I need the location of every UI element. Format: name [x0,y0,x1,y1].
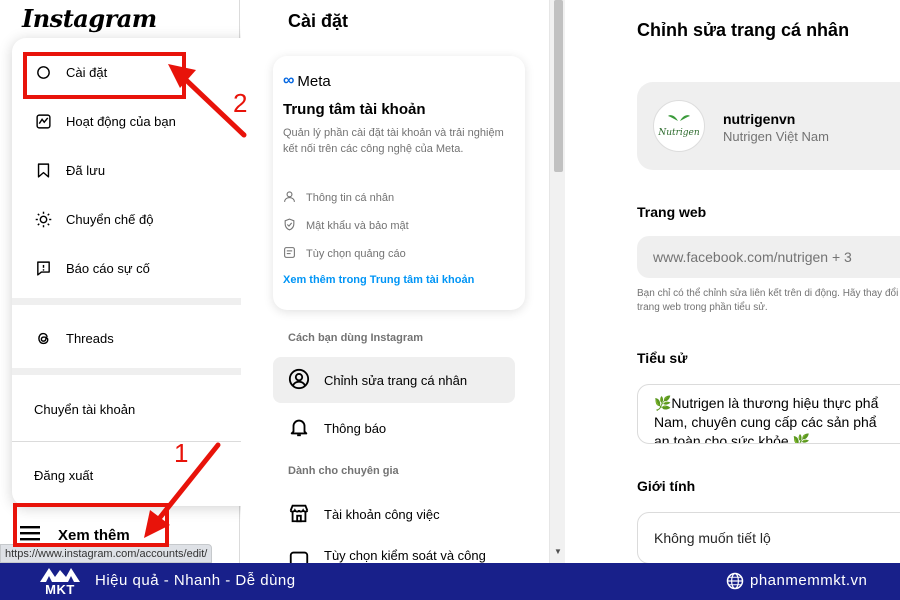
menu-item-label: Đăng xuất [34,467,94,483]
menu-item-switch-account[interactable]: Chuyển tài khoản [12,389,272,429]
scrollbar-thumb[interactable] [554,0,563,172]
avatar[interactable]: Nutrigen [653,100,705,152]
footer-website[interactable]: phanmemmkt.vn [750,572,867,589]
accounts-center-description: Quản lý phần cài đặt tài khoản và trải n… [283,127,504,155]
menu-item-label: Đã lưu [66,162,106,178]
report-icon [34,259,52,277]
menu-divider [12,368,272,375]
footer-banner: MKT Hiệu quả - Nhanh - Dễ dùng phanmemmk… [0,563,900,600]
website-field[interactable]: www.facebook.com/nutrigen + 3 [637,236,900,278]
mkt-logo: MKT [36,565,84,598]
bell-icon [288,416,310,441]
accounts-center-card[interactable]: ∞ Meta Trung tâm tài khoản Quản lý phần … [273,56,525,310]
nutrigen-logo-icon: Nutrigen [657,115,700,138]
meta-option-label: Tùy chọn quảng cáo [306,248,406,260]
settings-item-edit-profile[interactable]: Chỉnh sửa trang cá nhân [273,357,515,403]
sun-icon [34,210,52,228]
person-icon [283,190,296,206]
settings-scrollbar[interactable]: ▼ [549,0,565,563]
menu-item-label: Threads [66,330,114,346]
menu-divider [12,441,272,442]
instagram-logo[interactable]: Instagram [22,4,157,33]
menu-item-report[interactable]: Báo cáo sự cố [12,248,272,288]
website-value: www.facebook.com/nutrigen + 3 [653,249,852,265]
meta-logo: ∞ Meta [283,72,331,90]
bio-label: Tiểu sử [637,350,688,366]
meta-option-ad-preferences[interactable]: Tùy chọn quảng cáo [283,244,406,264]
website-label: Trang web [637,204,707,220]
menu-item-saved[interactable]: Đã lưu [12,150,272,190]
bio-line: Nam, chuyên cung cấp các sản phẩ [654,414,877,430]
meta-infinity-icon: ∞ [283,72,295,89]
profile-circle-icon [288,368,310,393]
website-help-text: Bạn chỉ có thể chỉnh sửa liên kết trên d… [637,288,899,313]
mkt-logo-text: MKT [45,582,75,597]
menu-item-label: Chuyển tài khoản [34,401,136,417]
ad-preferences-icon [283,246,296,262]
settings-column: Cài đặt ∞ Meta Trung tâm tài khoản Quản … [241,0,549,567]
settings-item-label: Tùy chọn kiểm soát và công [324,548,486,563]
settings-item-label: Tài khoản công việc [324,506,440,522]
menu-item-threads[interactable]: Threads [12,318,272,358]
bio-line: 🌿Nutrigen là thương hiệu thực phẩ [654,395,879,411]
meta-option-password-security[interactable]: Mật khẩu và bảo mật [283,216,409,236]
activity-icon [34,112,52,130]
accounts-center-title: Trung tâm tài khoản [283,101,426,118]
highlight-box-settings [23,52,186,99]
bio-line: an toàn cho sức khỏe 🌿 [654,433,811,444]
settings-title: Cài đặt [288,11,349,31]
menu-item-label: Chuyển chế độ [66,211,154,227]
accounts-center-link[interactable]: Xem thêm trong Trung tâm tài khoản [283,274,474,286]
section-label-how-you-use: Cách bạn dùng Instagram [288,332,424,344]
shop-icon [288,502,310,527]
settings-item-business-account[interactable]: Tài khoản công việc [273,491,515,537]
meta-option-label: Thông tin cá nhân [306,192,395,204]
annotation-number-2: 2 [233,88,248,118]
scroll-down-arrow-icon[interactable]: ▼ [554,547,562,556]
profile-card: Nutrigen nutrigenvn Nutrigen Việt Nam [637,82,900,170]
meta-option-label: Mật khẩu và bảo mật [306,220,409,232]
menu-item-logout[interactable]: Đăng xuất [12,455,272,495]
footer-tagline: Hiệu quả - Nhanh - Dễ dùng [95,572,296,589]
edit-profile-title: Chỉnh sửa trang cá nhân [637,20,850,40]
profile-username: nutrigenvn [723,111,796,127]
meta-brand: Meta [297,72,331,90]
menu-item-label: Báo cáo sự cố [66,260,150,276]
profile-fullname: Nutrigen Việt Nam [723,129,829,144]
settings-item-label: Chỉnh sửa trang cá nhân [324,372,468,388]
menu-item-label: Hoạt động của bạn [66,113,176,129]
bookmark-icon [34,161,52,179]
menu-divider [12,298,272,305]
settings-item-notifications[interactable]: Thông báo [273,405,515,451]
gender-value: Không muốn tiết lộ [654,530,771,546]
gender-select[interactable]: Không muốn tiết lộ [637,512,900,563]
mkt-mountain-icon [40,568,80,582]
globe-icon [726,572,744,590]
settings-item-label: Thông báo [324,420,387,436]
svg-text:Nutrigen: Nutrigen [657,128,700,138]
annotation-number-1: 1 [174,438,189,468]
section-label-professionals: Dành cho chuyên gia [288,465,399,477]
menu-item-switch-mode[interactable]: Chuyển chế độ [12,199,272,239]
meta-option-personal-info[interactable]: Thông tin cá nhân [283,188,394,208]
edit-profile-panel: Chỉnh sửa trang cá nhân Nutrigen nutrige… [566,0,900,563]
bio-textarea[interactable]: 🌿Nutrigen là thương hiệu thực phẩ Nam, c… [637,384,900,444]
threads-icon [34,329,52,347]
shield-icon [283,218,296,234]
screenshot-page: Instagram Xem thêm Cài đặt Hoạt động của… [0,0,900,600]
highlight-box-more [13,503,169,547]
gender-label: Giới tính [637,478,696,494]
